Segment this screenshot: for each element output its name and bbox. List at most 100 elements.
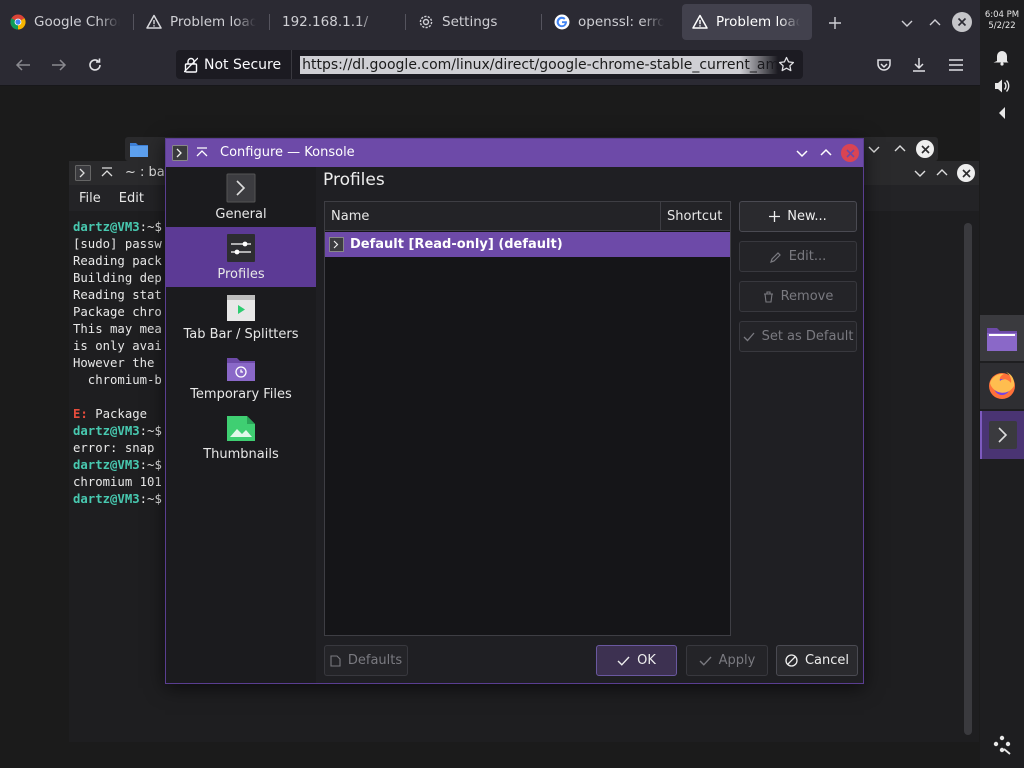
pocket-button[interactable] [873, 55, 895, 75]
sidebar-item-tab-bar[interactable]: Tab Bar / Splitters [166, 287, 316, 347]
arrow-right-icon [52, 59, 67, 71]
button-label: OK [637, 653, 656, 668]
url-text[interactable]: https://dl.google.com/linux/direct/googl… [300, 55, 779, 74]
warning-icon [692, 14, 708, 30]
terminal-output[interactable]: dartz@VM3:~$ [sudo] passw Reading pack Buil… [73, 219, 162, 508]
clock[interactable]: 6:04 PM 5/2/22 [980, 10, 1024, 32]
notifications-bell-icon[interactable] [993, 48, 1011, 66]
url-bar[interactable]: Not Secure https://dl.google.com/linux/d… [176, 50, 803, 79]
trash-icon [763, 290, 773, 303]
downloads-button[interactable] [908, 55, 930, 75]
tab-problem-loading[interactable]: Problem loading page [136, 4, 266, 40]
terminal-line: is only avai [73, 339, 162, 353]
task-firefox[interactable] [980, 363, 1024, 409]
new-profile-button[interactable]: New... [739, 201, 857, 232]
chevron-up-icon[interactable] [936, 167, 948, 179]
tab-problem-loading-active[interactable]: Problem loading page [682, 4, 812, 40]
prompt-path: :~$ [139, 492, 162, 506]
button-label: Remove [780, 289, 834, 304]
ok-button[interactable]: OK [596, 645, 677, 676]
table-row[interactable]: Default [Read-only] (default) [325, 232, 730, 257]
menu-file[interactable]: File [79, 191, 101, 206]
reload-button[interactable] [84, 55, 106, 75]
maximize-button[interactable] [924, 12, 946, 34]
button-label: Edit... [788, 249, 827, 264]
keep-above-icon[interactable] [101, 167, 113, 179]
edit-profile-button[interactable]: Edit... [739, 241, 857, 272]
chevron-up-icon [820, 148, 832, 156]
tabbar-icon [226, 293, 256, 323]
apply-button[interactable]: Apply [686, 645, 768, 676]
cancel-button[interactable]: Cancel [776, 645, 858, 676]
close-icon[interactable] [916, 140, 934, 158]
chevron-down-icon[interactable] [914, 167, 926, 179]
chevron-down-icon[interactable] [868, 143, 880, 155]
check-icon [743, 332, 755, 341]
chevron-up-icon[interactable] [894, 143, 906, 155]
settings-sidebar: General Profiles Tab Bar / Splitters Tem… [166, 167, 316, 683]
menu-edit[interactable]: Edit [119, 191, 144, 206]
tab-router[interactable]: 192.168.1.1/ [272, 4, 402, 40]
defaults-button[interactable]: Defaults [324, 645, 408, 676]
pocket-icon [877, 59, 891, 71]
close-window-button[interactable] [952, 12, 972, 32]
application-launcher-icon[interactable] [991, 733, 1013, 755]
new-tab-button[interactable] [824, 12, 846, 34]
table-header: Name Shortcut [325, 202, 730, 231]
tab-label: Google Chrome [34, 14, 120, 30]
minimize-button[interactable] [796, 147, 808, 159]
set-as-default-button[interactable]: Set as Default [739, 321, 857, 352]
prompt-path: :~$ [139, 458, 162, 472]
maximize-button[interactable] [820, 147, 832, 159]
button-label: Defaults [347, 653, 403, 668]
task-konsole[interactable] [980, 411, 1024, 459]
prompt-path: :~$ [139, 220, 162, 234]
chrome-icon [10, 14, 26, 30]
column-header-shortcut[interactable]: Shortcut [667, 209, 722, 224]
sidebar-item-thumbnails[interactable]: Thumbnails [166, 407, 316, 467]
terminal-line: Reading pack [73, 254, 162, 268]
sliders-icon [226, 233, 256, 263]
profile-name: Default [Read-only] (default) [350, 237, 563, 252]
list-tabs-button[interactable] [896, 12, 918, 34]
volume-icon[interactable] [993, 77, 1011, 95]
terminal-scrollbar[interactable] [964, 223, 972, 735]
chevron-down-icon [901, 20, 913, 27]
folder-icon [986, 324, 1018, 352]
forward-button[interactable] [48, 55, 70, 75]
configure-konsole-dialog: Configure — Konsole General Profiles Tab… [165, 138, 864, 684]
close-button[interactable] [841, 144, 859, 162]
close-icon[interactable] [957, 164, 975, 182]
sidebar-item-general[interactable]: General [166, 167, 316, 227]
remove-profile-button[interactable]: Remove [739, 281, 857, 312]
download-icon [913, 58, 925, 72]
terminal-line: E: Package [73, 406, 162, 423]
sidebar-item-profiles[interactable]: Profiles [166, 227, 316, 287]
terminal-line: Package chro [73, 305, 162, 319]
keep-above-icon[interactable] [196, 147, 208, 159]
sidebar-item-label: General [215, 207, 267, 222]
plus-icon [829, 17, 841, 29]
back-button[interactable] [12, 55, 34, 75]
column-header-name[interactable]: Name [331, 209, 369, 224]
bookmark-star-icon[interactable] [778, 56, 795, 73]
task-dolphin[interactable] [980, 315, 1024, 361]
profiles-table[interactable]: Name Shortcut Default [Read-only] (defau… [324, 201, 731, 636]
menu-button[interactable] [945, 55, 967, 75]
expand-tray-icon[interactable] [997, 106, 1007, 120]
konsole-icon [75, 165, 91, 181]
sidebar-item-label: Thumbnails [203, 447, 279, 462]
tab-label: Settings [442, 14, 498, 30]
sidebar-item-temporary-files[interactable]: Temporary Files [166, 347, 316, 407]
prompt-user: dartz@VM3 [73, 220, 140, 234]
pencil-icon [769, 251, 781, 263]
terminal-line: dartz@VM3:~$ [73, 491, 162, 508]
konsole-icon [172, 145, 188, 161]
not-secure-indicator[interactable]: Not Secure [176, 50, 293, 79]
tab-google-chrome[interactable]: Google Chrome [0, 4, 130, 40]
document-icon [330, 654, 341, 667]
sidebar-item-label: Temporary Files [190, 387, 292, 402]
tab-openssl-error[interactable]: openssl: error [544, 4, 674, 40]
konsole-icon [226, 173, 256, 203]
tab-settings[interactable]: Settings [408, 4, 538, 40]
